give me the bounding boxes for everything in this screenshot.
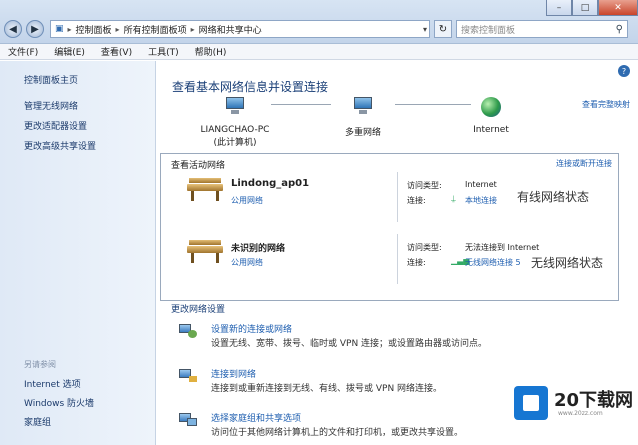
access-type-value: 无法连接到 Internet [465,243,540,252]
annotation-text: 无线网络状态 [531,256,604,270]
task-title-link[interactable]: 设置新的连接或网络 [211,322,292,335]
connection-link[interactable]: 本地连接 [465,195,497,206]
watermark-brand: 20下载网 [554,390,634,411]
active-networks-panel: 查看活动网络 连接或断开连接 Lindong_ap01 公用网络 访问类型: I… [160,153,619,301]
network-name: 未识别的网络 [231,244,286,254]
search-icon: ⚲ [615,23,623,35]
breadcrumb-item[interactable]: 网络和共享中心 [199,23,262,36]
address-bar[interactable]: ▣ ▸ 控制面板 ▸ 所有控制面板项 ▸ 网络和共享中心 ▾ [50,20,430,38]
menu-file[interactable]: 文件(F) [8,45,38,58]
network-setup-icon [179,322,197,338]
sidebar-item-firewall[interactable]: Windows 防火墙 [24,396,94,409]
connect-disconnect-link[interactable]: 连接或断开连接 [556,158,612,169]
menu-view[interactable]: 查看(V) [101,45,132,58]
back-button[interactable]: ◀ [4,20,22,38]
network-type-link[interactable]: 公用网络 [231,257,263,268]
map-node-internet[interactable]: Internet [467,97,515,135]
task-description: 访问位于其他网络计算机上的文件和打印机，或更改共享设置。 [211,428,464,438]
title-bar: – □ ✕ ◀ ▶ ▣ ▸ 控制面板 ▸ 所有控制面板项 ▸ 网络和共享中心 ▾… [0,0,638,44]
window-controls: – □ ✕ [546,0,638,16]
map-connector [271,104,331,105]
sidebar-item-advanced-sharing[interactable]: 更改高级共享设置 [24,139,96,152]
forward-button[interactable]: ▶ [26,20,44,38]
bench-icon [185,176,225,204]
sidebar-home-link[interactable]: 控制面板主页 [24,73,78,86]
menu-help[interactable]: 帮助(H) [195,45,227,58]
network-icon [352,97,374,115]
sidebar-item-internet-options[interactable]: Internet 选项 [24,377,81,390]
breadcrumb-item[interactable]: 控制面板 [76,23,112,36]
network-type-link[interactable]: 公用网络 [231,195,263,206]
access-type-label: 访问类型: [407,181,442,190]
page-title: 查看基本网络信息并设置连接 [172,80,329,94]
connection-label: 连接: [407,258,426,267]
connection-link[interactable]: 无线网络连接 5 [465,257,521,268]
help-icon[interactable]: ? [618,65,630,77]
change-settings-header: 更改网络设置 [171,305,226,315]
map-node-multiple-networks[interactable]: 多重网络 [335,97,391,138]
brand-cube-icon [514,386,548,420]
watermark-logo: 20下载网 www.20zz.com [510,380,634,426]
connect-network-icon [179,367,197,383]
map-connector [395,104,471,105]
sidebar-item-adapter-settings[interactable]: 更改适配器设置 [24,119,87,132]
sidebar: 控制面板主页 管理无线网络 更改适配器设置 更改高级共享设置 另请参阅 Inte… [0,61,156,445]
sidebar-item-homegroup[interactable]: 家庭组 [24,415,51,428]
globe-icon [481,97,501,117]
refresh-button[interactable]: ↻ [434,20,452,38]
watermark-url: www.20zz.com [558,410,603,417]
active-networks-title: 查看活动网络 [171,161,226,171]
menu-edit[interactable]: 编辑(E) [54,45,85,58]
full-map-link[interactable]: 查看完整映射 [582,99,630,110]
network-name: Lindong_ap01 [231,178,310,189]
menu-bar: 文件(F) 编辑(E) 查看(V) 工具(T) 帮助(H) [0,44,638,60]
bench-icon [185,238,225,266]
homegroup-icon [179,411,197,427]
access-type-value: Internet [465,180,497,189]
close-button[interactable]: ✕ [598,0,638,16]
computer-icon [224,97,246,115]
map-node-computer[interactable]: LIANGCHAO-PC (此计算机) [199,97,271,148]
minimize-button[interactable]: – [546,0,572,16]
task-description: 设置无线、宽带、拨号、临时或 VPN 连接；或设置路由器或访问点。 [211,339,488,349]
maximize-button[interactable]: □ [572,0,598,16]
access-type-label: 访问类型: [407,243,442,252]
annotation-text: 有线网络状态 [517,190,590,204]
chevron-down-icon[interactable]: ▾ [423,25,427,34]
connection-label: 连接: [407,196,426,205]
see-also-header: 另请参阅 [24,360,56,369]
control-panel-icon: ▣ [55,24,64,34]
task-title-link[interactable]: 连接到网络 [211,367,256,380]
task-description: 连接到或重新连接到无线、有线、拨号或 VPN 网络连接。 [211,384,443,394]
search-input[interactable]: 搜索控制面板 ⚲ [456,20,628,38]
task-title-link[interactable]: 选择家庭组和共享选项 [211,411,301,424]
menu-tools[interactable]: 工具(T) [148,45,179,58]
sidebar-item-manage-wireless[interactable]: 管理无线网络 [24,99,78,112]
breadcrumb-item[interactable]: 所有控制面板项 [124,23,187,36]
wired-connection-icon: ⍊ [451,194,456,203]
